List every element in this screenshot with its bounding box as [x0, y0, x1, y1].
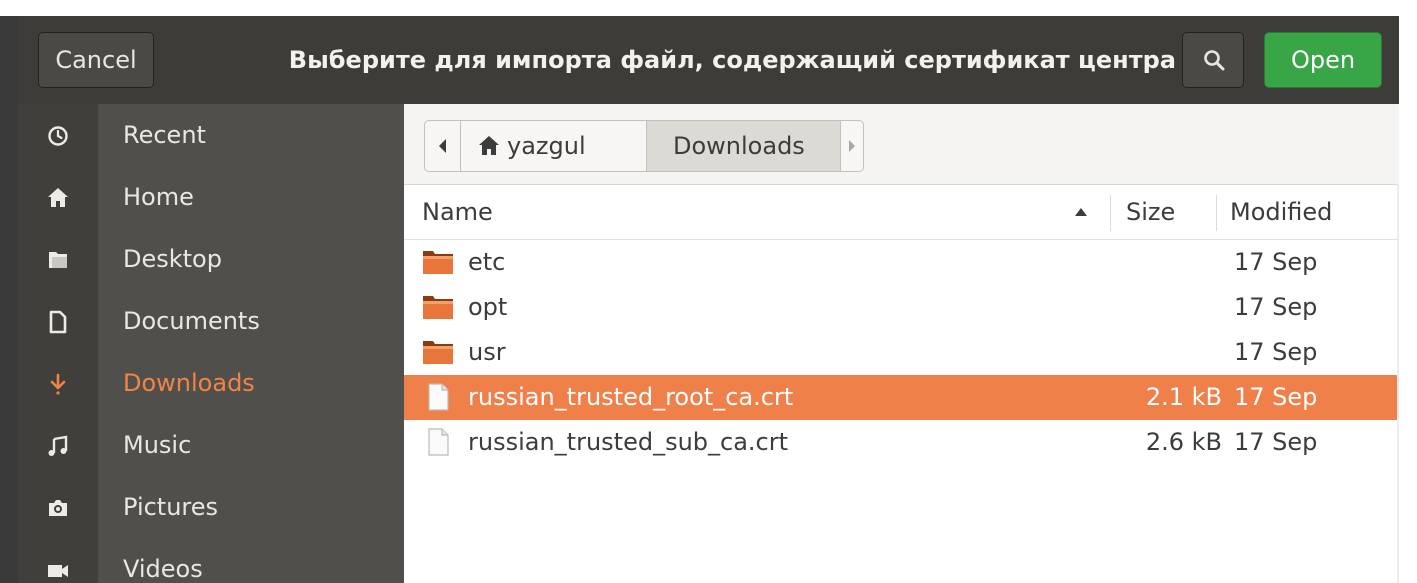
pathbar-area: yazgul Downloads — [404, 104, 1399, 184]
sidebar-item-music[interactable]: Music — [18, 414, 404, 476]
sidebar-item-documents[interactable]: Documents — [18, 290, 404, 352]
file-row-folder[interactable]: opt 17 Sep — [404, 285, 1399, 330]
background-window-edge — [0, 16, 18, 583]
folder-icon — [423, 296, 453, 319]
file-size — [1104, 330, 1222, 375]
sidebar-item-label: Music — [123, 431, 192, 459]
file-row[interactable]: russian_trusted_sub_ca.crt 2.6 kB 17 Sep — [404, 420, 1399, 465]
background-window-edge-right — [1399, 16, 1417, 583]
file-modified: 17 Sep — [1234, 293, 1318, 321]
music-icon — [48, 435, 68, 456]
path-scroll-right-button[interactable] — [841, 121, 863, 171]
download-icon — [50, 373, 66, 395]
path-scroll-left-button[interactable] — [425, 121, 461, 171]
search-button[interactable] — [1182, 32, 1244, 88]
path-segment-downloads[interactable]: Downloads — [647, 121, 841, 171]
sort-ascending-icon — [1075, 208, 1087, 216]
column-header-name[interactable]: Name — [422, 185, 493, 239]
home-icon — [479, 136, 499, 155]
path-segment-home[interactable]: yazgul — [461, 121, 647, 171]
chevron-right-icon — [849, 140, 855, 152]
home-icon — [48, 188, 68, 207]
sidebar-item-recent[interactable]: Recent — [18, 104, 404, 166]
document-icon — [49, 310, 67, 334]
file-name: etc — [468, 248, 506, 276]
file-size: 2.6 kB — [1145, 428, 1222, 456]
file-modified: 17 Sep — [1234, 428, 1318, 456]
sidebar-item-label: Videos — [123, 555, 203, 583]
sidebar-item-home[interactable]: Home — [18, 166, 404, 228]
file-list-pane: yazgul Downloads Name Size Modified etc … — [404, 104, 1399, 583]
file-chooser-dialog: Cancel Выберите для импорта файл, содерж… — [18, 16, 1399, 583]
column-header-modified[interactable]: Modified — [1230, 185, 1332, 239]
sidebar-item-pictures[interactable]: Pictures — [18, 476, 404, 538]
chevron-left-icon — [439, 139, 446, 153]
video-icon — [48, 565, 68, 577]
sidebar-item-videos[interactable]: Videos — [18, 538, 404, 583]
folder-icon — [49, 252, 67, 268]
file-name: russian_trusted_root_ca.crt — [468, 383, 794, 411]
path-segment-label: yazgul — [507, 132, 586, 160]
dialog-title: Выберите для импорта файл, содержащий се… — [288, 46, 1176, 74]
file-icon — [428, 428, 449, 456]
path-bar: yazgul Downloads — [424, 120, 864, 172]
sidebar-item-desktop[interactable]: Desktop — [18, 228, 404, 290]
sidebar-item-label: Home — [123, 183, 194, 211]
file-size — [1104, 285, 1222, 330]
column-header-size[interactable]: Size — [1126, 185, 1175, 239]
sidebar-item-label: Desktop — [123, 245, 222, 273]
file-modified: 17 Sep — [1234, 338, 1318, 366]
file-name: russian_trusted_sub_ca.crt — [468, 428, 789, 456]
clock-icon — [48, 126, 68, 146]
folder-icon — [423, 251, 453, 274]
folder-icon — [423, 341, 453, 364]
sidebar-item-label: Downloads — [123, 369, 255, 397]
file-row-selected[interactable]: russian_trusted_root_ca.crt 2.1 kB 17 Se… — [404, 375, 1399, 420]
sidebar-item-label: Pictures — [123, 493, 219, 521]
file-row-folder[interactable]: usr 17 Sep — [404, 330, 1399, 375]
camera-icon — [49, 500, 67, 516]
file-modified: 17 Sep — [1234, 248, 1318, 276]
column-separator — [1216, 195, 1217, 231]
screen: Cancel Выберите для импорта файл, содерж… — [0, 0, 1417, 583]
cancel-button[interactable]: Cancel — [38, 32, 154, 88]
file-name: usr — [468, 338, 506, 366]
sidebar-item-label: Documents — [123, 307, 260, 335]
file-list-header: Name Size Modified — [404, 184, 1399, 240]
file-icon — [428, 383, 449, 411]
places-sidebar: Recent Home Desktop Documents Downloads … — [18, 104, 404, 583]
file-size — [1104, 240, 1222, 285]
sidebar-item-downloads[interactable]: Downloads — [18, 352, 404, 414]
header-bar: Cancel Выберите для импорта файл, содерж… — [18, 16, 1399, 104]
file-modified: 17 Sep — [1234, 383, 1318, 411]
column-separator — [1110, 195, 1111, 231]
list-right-border — [1397, 184, 1399, 583]
open-button[interactable]: Open — [1264, 32, 1382, 88]
path-segment-label: Downloads — [673, 132, 805, 160]
file-row-folder[interactable]: etc 17 Sep — [404, 240, 1399, 285]
sidebar-item-label: Recent — [123, 121, 206, 149]
file-name: opt — [468, 293, 508, 321]
search-icon — [1204, 50, 1225, 71]
file-size: 2.1 kB — [1145, 383, 1222, 411]
